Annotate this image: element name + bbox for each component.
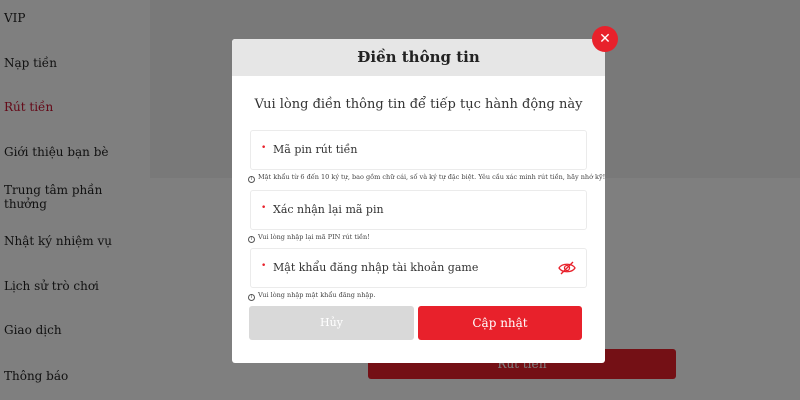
withdraw-pin-field[interactable]: • Mã pin rút tiền: [250, 130, 587, 170]
modal-header: Điền thông tin: [232, 39, 605, 76]
game-password-placeholder: Mật khẩu đăng nhập tài khoản game: [273, 261, 479, 274]
withdraw-pin-placeholder: Mã pin rút tiền: [273, 143, 358, 156]
withdraw-pin-hint: i Mật khẩu từ 6 đến 10 ký tự, bao gồm chữ…: [248, 173, 605, 183]
info-icon: i: [248, 236, 255, 243]
update-button[interactable]: Cập nhật: [418, 306, 582, 340]
game-password-hint: i Vui lòng nhập mật khẩu đăng nhập.: [248, 291, 376, 301]
eye-off-icon[interactable]: [558, 260, 576, 276]
confirm-pin-field[interactable]: • Xác nhận lại mã pin: [250, 190, 587, 230]
modal-subtitle: Vui lòng điền thông tin để tiếp tục hành…: [254, 97, 583, 112]
confirm-pin-placeholder: Xác nhận lại mã pin: [273, 203, 384, 216]
fill-info-modal: Điền thông tin Vui lòng điền thông tin đ…: [232, 39, 605, 363]
required-marker: •: [261, 203, 267, 213]
game-password-field[interactable]: • Mật khẩu đăng nhập tài khoản game: [250, 248, 587, 288]
confirm-pin-hint: i Vui lòng nhập lại mã PIN rút tiền!: [248, 233, 370, 243]
cancel-button[interactable]: Hủy: [249, 306, 414, 340]
info-icon: i: [248, 176, 255, 183]
required-marker: •: [261, 261, 267, 271]
modal-title: Điền thông tin: [357, 48, 480, 66]
info-icon: i: [248, 294, 255, 301]
close-icon[interactable]: ✕: [592, 26, 618, 52]
required-marker: •: [261, 143, 267, 153]
